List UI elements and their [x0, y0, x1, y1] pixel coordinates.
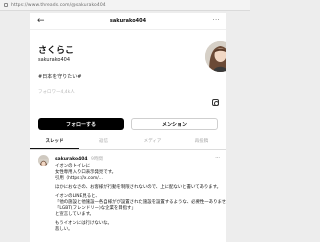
- post-timestamp: 9時間: [90, 157, 103, 162]
- browser-address-bar[interactable]: https://www.threads.com/@sakurako404: [0, 0, 250, 11]
- profile-tabs: スレッド 返信 メディア 再投稿: [30, 136, 226, 150]
- profile-bio: #日本を守りたい#: [38, 74, 82, 80]
- page-title: sakurako404: [109, 18, 147, 24]
- post-more-icon[interactable]: ···: [215, 155, 220, 161]
- tab-media[interactable]: メディア: [128, 136, 177, 149]
- tab-threads[interactable]: スレッド: [30, 136, 79, 149]
- mention-button[interactable]: メンション: [131, 118, 218, 130]
- followers-count[interactable]: フォロワー4,4k人: [38, 89, 75, 95]
- post-avatar[interactable]: [38, 155, 49, 166]
- instagram-icon[interactable]: [212, 99, 219, 106]
- tab-replies[interactable]: 返信: [79, 136, 128, 149]
- profile-avatar[interactable]: [205, 41, 226, 72]
- post-header: sakurako404 9時間: [55, 156, 103, 162]
- more-options-icon[interactable]: ···: [213, 17, 220, 24]
- follow-button[interactable]: フォローする: [38, 118, 124, 130]
- profile-display-name: さくらこ: [38, 46, 75, 56]
- post-avatar-image: [38, 159, 49, 166]
- tab-reposts[interactable]: 再投稿: [177, 136, 226, 149]
- threads-profile-page: ← sakurako404 ··· さくらこ sakurako404 #日本を守…: [30, 13, 226, 242]
- post-username[interactable]: sakurako404: [55, 157, 88, 162]
- post-line: ほかにおなさの、お客様が行動を制限されないので、上に配ないと書いてあります。: [55, 185, 221, 190]
- thread-post[interactable]: sakurako404 9時間 ··· イオンのトイレに 女性専用入り口表示発見…: [30, 151, 226, 242]
- post-line: 悲しい。: [55, 227, 73, 232]
- top-nav: ← sakurako404 ···: [30, 13, 226, 30]
- profile-username: sakurako404: [38, 57, 71, 63]
- lock-icon: [4, 3, 8, 7]
- post-body: イオンのトイレに 女性専用入り口表示発見です。 引用（https://x.com…: [55, 164, 226, 233]
- url-text[interactable]: https://www.threads.com/@sakurako404: [11, 3, 106, 8]
- avatar-image: [205, 41, 226, 72]
